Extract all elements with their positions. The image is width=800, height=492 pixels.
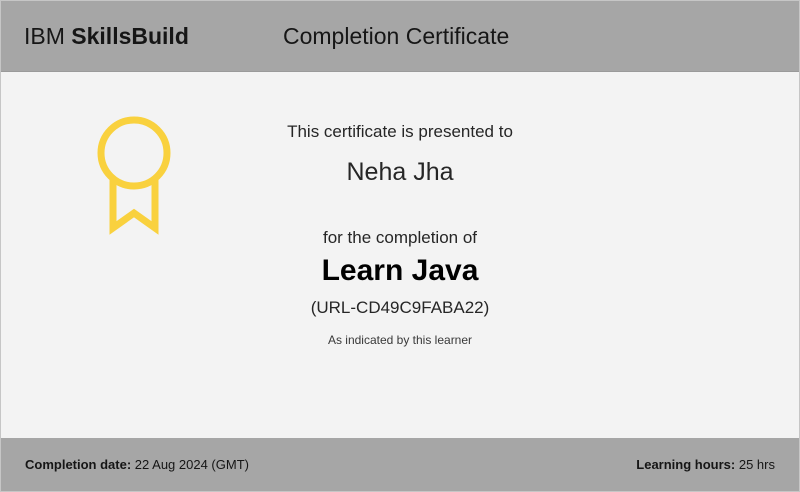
certificate-title: Completion Certificate bbox=[283, 23, 510, 49]
for-completion-text: for the completion of bbox=[322, 228, 478, 247]
learning-hours-label: Learning hours: bbox=[636, 457, 736, 472]
recipient-name: Neha Jha bbox=[346, 158, 454, 186]
completion-date: Completion date: 22 Aug 2024 (GMT) bbox=[25, 457, 249, 472]
course-id: (URL-CD49C9FABA22) bbox=[310, 298, 490, 317]
completion-date-label: Completion date: bbox=[25, 457, 132, 472]
certificate-header: IBM SkillsBuild Completion Certificate bbox=[1, 1, 799, 72]
brand-skillsbuild: SkillsBuild bbox=[71, 23, 189, 49]
certificate-footer: Completion date: 22 Aug 2024 (GMT) Learn… bbox=[1, 438, 799, 491]
learner-note: As indicated by this learner bbox=[327, 333, 473, 347]
certificate: IBM SkillsBuild Completion Certificate T… bbox=[0, 0, 800, 492]
brand-ibm: IBM bbox=[24, 23, 65, 49]
brand-logo: IBM SkillsBuild bbox=[24, 23, 189, 50]
presented-to-text: This certificate is presented to bbox=[287, 122, 513, 141]
completion-date-value: 22 Aug 2024 (GMT) bbox=[134, 457, 249, 472]
learning-hours-value: 25 hrs bbox=[738, 457, 775, 472]
learning-hours: Learning hours: 25 hrs bbox=[636, 457, 775, 472]
course-title: Learn Java bbox=[321, 254, 479, 287]
